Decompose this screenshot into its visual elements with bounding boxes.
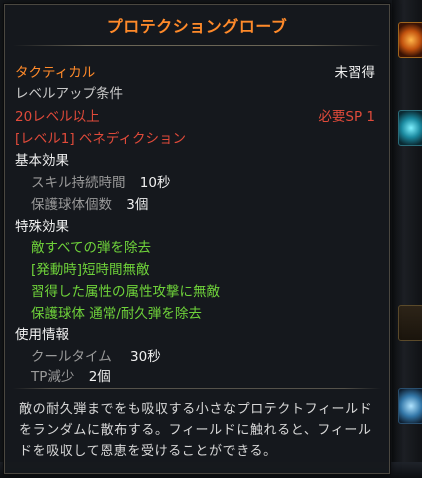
effect-label: スキル持続時間	[31, 175, 126, 191]
skill-tooltip: プロテクショングローブ タクティカル 未習得 レベルアップ条件 20レベル以上 …	[4, 4, 390, 474]
level-requirement: 20レベル以上	[15, 109, 100, 125]
skill-slot-icon[interactable]	[398, 388, 422, 424]
effect-value: 3個	[126, 197, 149, 213]
usage-value: 2個	[88, 369, 111, 385]
skill-category: タクティカル	[15, 65, 96, 81]
effect-value: 10秒	[139, 175, 171, 191]
special-effect-item: [発動時]短時間無敵	[31, 262, 150, 278]
title-divider	[13, 45, 381, 46]
special-effect-item: 敵すべての弾を除去	[31, 240, 152, 256]
usage-value: 30秒	[130, 349, 161, 365]
usage-info-item: TP減少 2個	[31, 365, 111, 385]
basic-effect-item: スキル持続時間 10秒	[31, 171, 170, 191]
skill-slot-icon[interactable]	[398, 110, 422, 146]
usage-info-item: クールタイム 30秒	[31, 345, 161, 365]
basic-effect-item: 保護球体個数 3個	[31, 193, 148, 213]
usage-info-header: 使用情報	[15, 327, 69, 343]
skill-description: 敵の耐久弾までをも吸収する小さなプロテクトフィールドをランダムに散布する。フィー…	[19, 402, 373, 459]
usage-label: TP減少	[31, 369, 75, 385]
description-divider	[13, 388, 381, 389]
sp-requirement: 必要SP 1	[318, 109, 375, 125]
learn-status: 未習得	[334, 65, 376, 81]
effect-label: 保護球体個数	[31, 197, 112, 213]
special-effects-header: 特殊効果	[15, 219, 69, 235]
special-effect-item: 保護球体 通常/耐久弾を除去	[31, 306, 202, 322]
levelup-condition-label: レベルアップ条件	[15, 86, 123, 102]
prerequisite-skill: [レベル1] ベネディクション	[15, 131, 186, 147]
basic-effects-header: 基本効果	[15, 153, 69, 169]
usage-label: クールタイム	[31, 349, 112, 365]
skill-title: プロテクショングローブ	[106, 17, 288, 36]
skill-slot-icon[interactable]	[398, 305, 422, 341]
special-effect-item: 習得した属性の属性攻撃に無敵	[31, 284, 220, 300]
skill-slot-icon[interactable]	[398, 22, 422, 58]
